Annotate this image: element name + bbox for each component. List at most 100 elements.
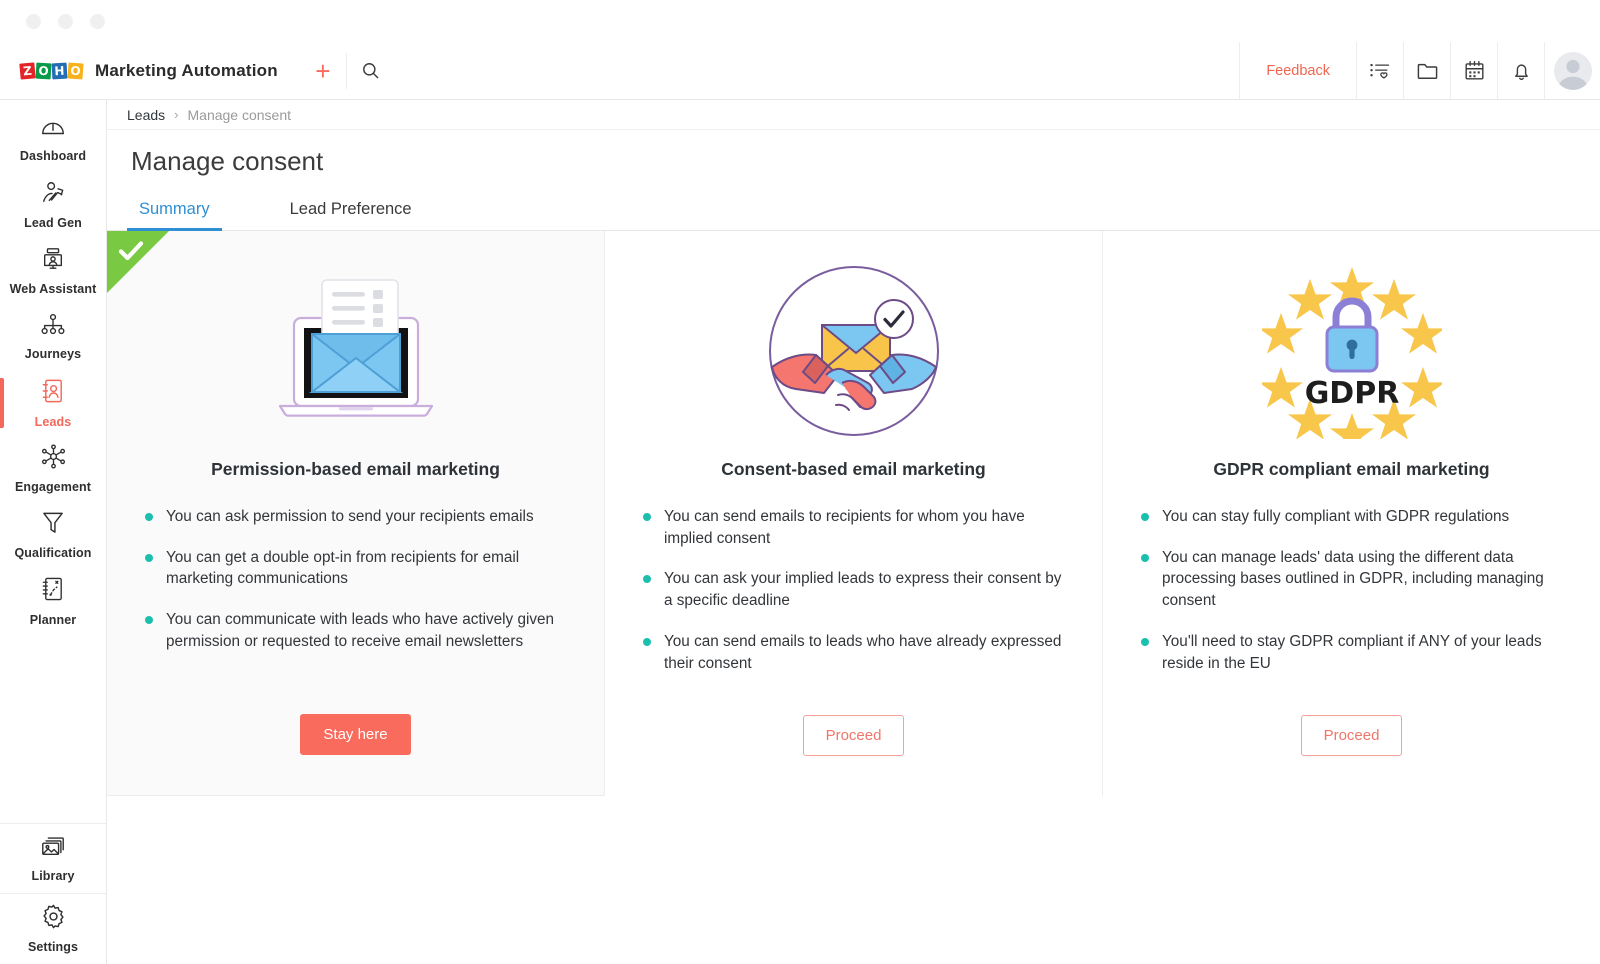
calendar-icon[interactable]	[1450, 42, 1497, 99]
search-icon[interactable]	[347, 53, 395, 89]
list-item: You can communicate with leads who have …	[145, 609, 566, 652]
sidebar-item-journeys[interactable]: Journeys	[0, 304, 106, 370]
window-zoom-button[interactable]	[90, 13, 105, 29]
main-content: Leads › Manage consent Manage consent Su…	[107, 100, 1600, 964]
list-item: You can ask permission to send your reci…	[145, 506, 566, 528]
list-item: You can send emails to leads who have al…	[643, 631, 1064, 674]
sidebar-item-library[interactable]: Library	[0, 824, 106, 894]
chevron-right-icon: ›	[174, 107, 179, 122]
sidebar-item-planner[interactable]: Planner	[0, 568, 106, 634]
list-heart-icon[interactable]	[1356, 42, 1403, 99]
consent-options: Permission-based email marketing You can…	[107, 231, 1600, 797]
sidebar-item-label: Library	[31, 869, 75, 883]
sidebar-item-settings[interactable]: Settings	[0, 894, 106, 964]
zoho-logo-letter-h: H	[51, 62, 68, 79]
bullet-text: You can manage leads' data using the dif…	[1162, 548, 1544, 610]
bullet-dot-icon	[643, 637, 651, 646]
brand: Z O H O Marketing Automation	[0, 61, 278, 81]
sidebar: Dashboard Lead Gen Web Assistant Journey…	[0, 100, 107, 964]
card-title: GDPR compliant email marketing	[1213, 459, 1490, 479]
bullet-text: You'll need to stay GDPR compliant if AN…	[1162, 632, 1542, 672]
bullet-dot-icon	[145, 513, 153, 521]
sidebar-item-qualification[interactable]: Qualification	[0, 502, 106, 568]
tab-summary[interactable]: Summary	[127, 200, 222, 231]
gdpr-label: GDPR	[1304, 376, 1399, 411]
list-item: You can send emails to recipients for wh…	[643, 506, 1064, 549]
feedback-button[interactable]: Feedback	[1239, 42, 1356, 99]
library-icon	[40, 834, 66, 863]
list-item: You can get a double opt-in from recipie…	[145, 547, 566, 590]
add-button[interactable]: +	[300, 53, 346, 89]
handshake-envelope-check-illustration	[643, 265, 1064, 437]
card-bullet-list: You can stay fully compliant with GDPR r…	[1141, 506, 1562, 693]
gdpr-padlock-eu-stars-illustration: GDPR	[1141, 265, 1562, 439]
sidebar-item-label: Settings	[27, 940, 79, 954]
sidebar-item-label: Dashboard	[19, 148, 87, 163]
bullet-dot-icon	[1141, 637, 1149, 646]
zoho-logo-letter-z: Z	[19, 61, 36, 80]
bullet-text: You can get a double opt-in from recipie…	[166, 548, 520, 588]
proceed-button-gdpr[interactable]: Proceed	[1300, 715, 1403, 757]
sidebar-primary-nav: Dashboard Lead Gen Web Assistant Journey…	[0, 100, 106, 634]
engagement-icon	[40, 444, 67, 474]
sidebar-item-leads[interactable]: Leads	[0, 370, 106, 436]
bell-icon[interactable]	[1497, 42, 1544, 99]
person-growth-icon	[40, 181, 66, 210]
card-action: Proceed	[643, 693, 1064, 757]
web-assistant-icon	[40, 247, 66, 276]
zoho-logo-icon: Z O H O	[19, 61, 84, 80]
sidebar-item-label: Planner	[29, 612, 77, 627]
card-action: Proceed	[1141, 693, 1562, 757]
tab-bar: Summary Lead Preference	[107, 191, 1600, 231]
bullet-text: You can ask permission to send your reci…	[166, 508, 534, 525]
breadcrumb-current: Manage consent	[187, 106, 292, 123]
avatar[interactable]	[1544, 42, 1600, 99]
consent-card-gdpr[interactable]: GDPR GDPR compliant email marketing You …	[1103, 231, 1600, 797]
bullet-dot-icon	[145, 616, 153, 625]
funnel-icon	[41, 510, 65, 540]
sidebar-item-lead-gen[interactable]: Lead Gen	[0, 172, 106, 238]
sidebar-item-engagement[interactable]: Engagement	[0, 436, 106, 502]
tab-lead-preference[interactable]: Lead Preference	[278, 200, 424, 230]
list-item: You can manage leads' data using the dif…	[1141, 547, 1562, 612]
page-title: Manage consent	[131, 146, 324, 176]
card-title: Consent-based email marketing	[721, 459, 986, 479]
card-bullet-list: You can ask permission to send your reci…	[145, 506, 566, 672]
app-shell: Dashboard Lead Gen Web Assistant Journey…	[0, 100, 1600, 964]
bullet-text: You can ask your implied leads to expres…	[664, 570, 1062, 610]
bullet-dot-icon	[643, 575, 651, 584]
zoho-logo-letter-o2: O	[67, 61, 84, 80]
list-item: You can stay fully compliant with GDPR r…	[1141, 506, 1562, 528]
card-bullet-list: You can send emails to recipients for wh…	[643, 506, 1064, 693]
gear-icon	[41, 904, 66, 934]
laptop-envelope-document-illustration	[145, 265, 566, 437]
sidebar-secondary-nav: Library Settings	[0, 823, 106, 964]
bullet-dot-icon	[1141, 553, 1149, 562]
window-minimize-button[interactable]	[58, 13, 73, 29]
sidebar-item-dashboard[interactable]: Dashboard	[0, 106, 106, 172]
folder-icon[interactable]	[1403, 42, 1450, 99]
check-icon	[118, 240, 144, 267]
planner-icon	[41, 576, 65, 607]
sidebar-item-label: Lead Gen	[24, 215, 82, 230]
consent-card-consent-based[interactable]: Consent-based email marketing You can se…	[605, 231, 1103, 797]
leads-icon	[41, 378, 65, 409]
proceed-button-consent[interactable]: Proceed	[802, 715, 905, 757]
window-close-button[interactable]	[26, 13, 41, 29]
sidebar-item-label: Leads	[34, 414, 72, 429]
zoho-logo-letter-o1: O	[35, 62, 52, 79]
card-action: Stay here	[145, 692, 566, 756]
card-title: Permission-based email marketing	[211, 459, 500, 479]
sidebar-item-label: Web Assistant	[9, 281, 97, 296]
stay-here-button[interactable]: Stay here	[300, 714, 411, 756]
list-item: You can ask your implied leads to expres…	[643, 568, 1064, 611]
gauge-icon	[40, 116, 66, 143]
bullet-text: You can send emails to recipients for wh…	[664, 508, 1025, 547]
sidebar-item-web-assistant[interactable]: Web Assistant	[0, 238, 106, 304]
sidebar-item-label: Qualification	[14, 546, 92, 560]
window-chrome	[0, 0, 1600, 42]
consent-card-permission-based[interactable]: Permission-based email marketing You can…	[107, 231, 605, 797]
breadcrumb-parent[interactable]: Leads	[127, 107, 165, 123]
app-header: Z O H O Marketing Automation + Feedback	[0, 42, 1600, 100]
list-item: You'll need to stay GDPR compliant if AN…	[1141, 631, 1562, 674]
